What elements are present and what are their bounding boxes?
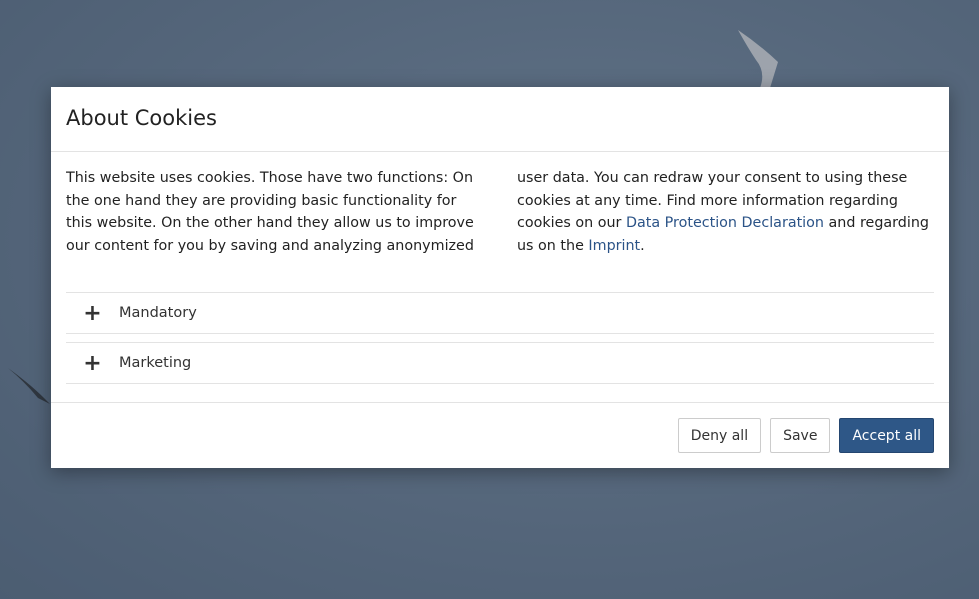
dialog-title: About Cookies	[66, 105, 217, 130]
dialog-footer: Deny all Save Accept all	[51, 402, 949, 468]
cookie-categories: + Mandatory + Marketing	[66, 292, 934, 384]
imprint-link[interactable]: Imprint	[588, 238, 640, 254]
category-label: Mandatory	[119, 305, 197, 321]
accept-all-button[interactable]: Accept all	[839, 418, 934, 453]
category-mandatory[interactable]: + Mandatory	[66, 292, 934, 334]
intro-text-end: .	[640, 237, 645, 254]
dialog-body: This website uses cookies. Those have tw…	[51, 152, 949, 384]
plus-icon: +	[83, 351, 102, 376]
data-protection-link[interactable]: Data Protection Declaration	[626, 215, 824, 231]
category-marketing[interactable]: + Marketing	[66, 342, 934, 384]
plus-icon: +	[83, 301, 102, 326]
category-label: Marketing	[119, 355, 192, 371]
cookie-consent-dialog: About Cookies This website uses cookies.…	[51, 87, 949, 468]
deny-all-button[interactable]: Deny all	[677, 418, 762, 453]
dialog-header: About Cookies	[51, 87, 949, 152]
save-button[interactable]: Save	[770, 418, 831, 453]
intro-text-main: This website uses cookies. Those have tw…	[66, 170, 908, 254]
cookie-intro-text: This website uses cookies. Those have tw…	[66, 152, 934, 258]
